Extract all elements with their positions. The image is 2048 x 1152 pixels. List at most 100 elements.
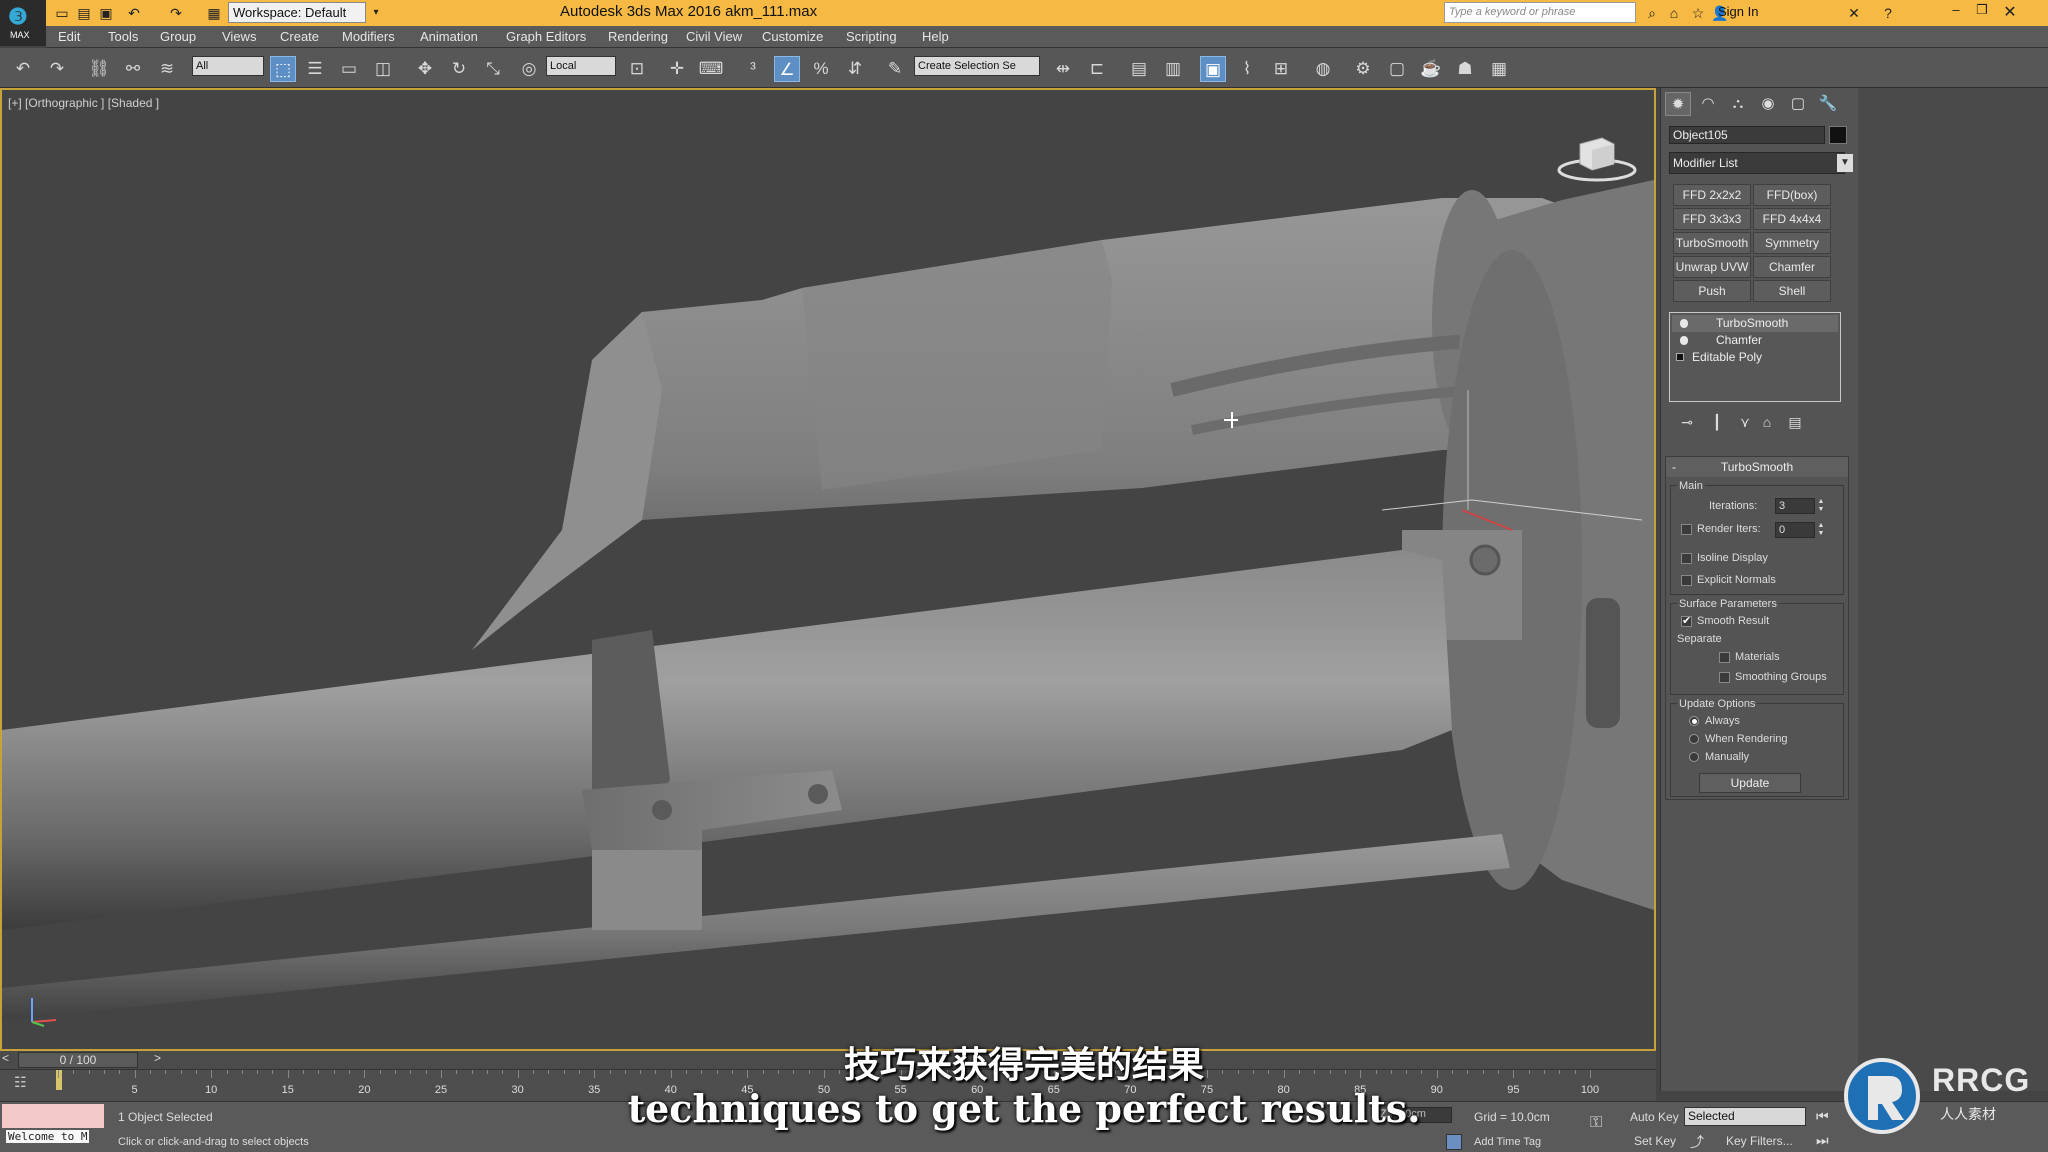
select-object-icon[interactable]: ⬚ [270, 56, 296, 82]
align-icon[interactable]: ⊏ [1084, 56, 1110, 82]
graphite-tools-icon[interactable]: ▣ [1200, 56, 1226, 82]
display-tab-icon[interactable]: ▢ [1785, 92, 1811, 116]
render-iterative-icon[interactable]: ☗ [1452, 56, 1478, 82]
isoline-display-checkbox[interactable] [1681, 553, 1692, 564]
modifier-button-push[interactable]: Push [1673, 280, 1751, 302]
sign-in-link[interactable]: Sign In [1718, 4, 1758, 19]
snaps-toggle-icon[interactable]: ³ [740, 56, 766, 82]
workspace-dropdown-arrow-icon[interactable]: ▾ [366, 3, 386, 23]
rectangular-selection-icon[interactable]: ▭ [336, 56, 362, 82]
workspace-dropdown[interactable]: Workspace: Default [228, 2, 366, 23]
menu-civil-view[interactable]: Civil View [686, 29, 742, 44]
viewport[interactable]: [+] [Orthographic ] [Shaded ] [0, 88, 1656, 1051]
render-production-icon[interactable]: ☕ [1418, 56, 1444, 82]
menu-group[interactable]: Group [160, 29, 196, 44]
menu-scripting[interactable]: Scripting [846, 29, 897, 44]
pivot-center-icon[interactable]: ⊡ [624, 56, 650, 82]
unlink-icon[interactable]: ⚯ [120, 56, 146, 82]
smooth-result-checkbox[interactable] [1681, 614, 1692, 627]
render-iters-checkbox[interactable] [1681, 524, 1692, 535]
select-and-link-icon[interactable]: ⛓ [86, 56, 112, 82]
create-selection-set-dropdown[interactable]: Create Selection Se [914, 56, 1040, 76]
close-window-button[interactable]: ✕ [1998, 2, 2022, 22]
render-a360-icon[interactable]: ▦ [1486, 56, 1512, 82]
always-radio[interactable] [1689, 716, 1699, 726]
move-icon[interactable]: ✥ [412, 56, 438, 82]
undo-icon[interactable]: ↶ [10, 56, 36, 82]
favorites-star-icon[interactable]: ☆ [1688, 3, 1708, 23]
menu-edit[interactable]: Edit [58, 29, 80, 44]
restore-window-button[interactable]: ❐ [1970, 2, 1994, 22]
layer-explorer-icon[interactable]: ▤ [1126, 56, 1152, 82]
subscription-icon[interactable]: ⌂ [1664, 3, 1684, 23]
minimize-window-button[interactable]: – [1944, 2, 1968, 22]
modifier-button-turbosmooth[interactable]: TurboSmooth [1673, 232, 1751, 254]
key-mode-toggle-icon[interactable]: ⏭ [1816, 1132, 1829, 1149]
project-folder-icon[interactable]: ▦ [204, 3, 224, 23]
default-tangent-icon[interactable]: ⤴ [1690, 1132, 1704, 1152]
modifier-list-dropdown[interactable]: Modifier List ▼ [1669, 152, 1853, 174]
render-setup-icon[interactable]: ⚙ [1350, 56, 1376, 82]
when-rendering-radio[interactable] [1689, 734, 1699, 744]
stack-item-turbosmooth[interactable]: TurboSmooth [1672, 315, 1838, 332]
remove-modifier-icon[interactable]: ⌂ [1757, 412, 1777, 432]
render-iters-spinner[interactable]: 0 [1775, 522, 1815, 538]
smoothing-groups-checkbox[interactable] [1719, 672, 1730, 683]
menu-graph-editors[interactable]: Graph Editors [506, 29, 586, 44]
modifier-button-chamfer[interactable]: Chamfer [1753, 256, 1831, 278]
lightbulb-icon[interactable] [1680, 336, 1688, 345]
menu-modifiers[interactable]: Modifiers [342, 29, 395, 44]
bind-space-warp-icon[interactable]: ≋ [154, 56, 180, 82]
set-key-button[interactable]: Set Key [1634, 1134, 1676, 1148]
rifle-model[interactable] [2, 90, 1654, 1049]
menu-rendering[interactable]: Rendering [608, 29, 668, 44]
material-editor-icon[interactable]: ◍ [1310, 56, 1336, 82]
app-logo[interactable]: ❸ MAX [0, 0, 46, 46]
menu-tools[interactable]: Tools [108, 29, 138, 44]
rollout-header[interactable]: - TurboSmooth [1666, 457, 1848, 477]
curve-editor-icon[interactable]: ⌇ [1234, 56, 1260, 82]
show-end-result-icon[interactable]: ┃ [1707, 412, 1727, 432]
angle-snap-icon[interactable]: ∠ [774, 56, 800, 82]
object-name-field[interactable]: Object105 [1669, 126, 1825, 144]
menu-customize[interactable]: Customize [762, 29, 823, 44]
modifier-button-shell[interactable]: Shell [1753, 280, 1831, 302]
add-time-tag[interactable]: Add Time Tag [1474, 1136, 1541, 1148]
stack-item-chamfer[interactable]: Chamfer [1672, 332, 1838, 349]
schematic-view-icon[interactable]: ⊞ [1268, 56, 1294, 82]
key-filters-button[interactable]: Key Filters... [1726, 1134, 1793, 1148]
binoculars-icon[interactable]: ⌕ [1642, 3, 1662, 23]
exchange-icon[interactable]: ✕ [1844, 3, 1864, 23]
new-file-icon[interactable]: ▭ [52, 3, 72, 23]
open-file-icon[interactable]: ▤ [74, 3, 94, 23]
spinner-arrows-icon[interactable]: ▲ ▼ [1817, 522, 1825, 538]
undo-quick-icon[interactable]: ↶ [124, 3, 144, 23]
make-unique-icon[interactable]: ⋎ [1735, 412, 1755, 432]
modifier-button-ffd-3x3x3[interactable]: FFD 3x3x3 [1673, 208, 1751, 230]
pin-stack-icon[interactable]: ⊸ [1677, 412, 1697, 432]
object-color-swatch[interactable] [1829, 126, 1847, 144]
selection-filter-dropdown[interactable]: All [192, 56, 264, 76]
menu-views[interactable]: Views [222, 29, 256, 44]
save-file-icon[interactable]: ▣ [96, 3, 116, 23]
place-icon[interactable]: ◎ [516, 56, 542, 82]
menu-animation[interactable]: Animation [420, 29, 478, 44]
toggle-ribbon-icon[interactable]: ▥ [1160, 56, 1186, 82]
configure-modifier-sets-icon[interactable]: ▤ [1785, 412, 1805, 432]
menu-create[interactable]: Create [280, 29, 319, 44]
modifier-button-unwrap-uvw[interactable]: Unwrap UVW [1673, 256, 1751, 278]
search-input[interactable]: Type a keyword or phrase [1444, 2, 1636, 23]
redo-icon[interactable]: ↷ [44, 56, 70, 82]
rendered-frame-window-icon[interactable]: ▢ [1384, 56, 1410, 82]
materials-checkbox[interactable] [1719, 652, 1730, 663]
redo-quick-icon[interactable]: ↷ [166, 3, 186, 23]
chevron-down-icon[interactable]: ▼ [1837, 154, 1853, 172]
edit-named-selection-icon[interactable]: ✎ [882, 56, 908, 82]
modifier-button-ffd-box[interactable]: FFD(box) [1753, 184, 1831, 206]
hierarchy-tab-icon[interactable]: ⛬ [1725, 92, 1751, 116]
create-tab-icon[interactable]: ✹ [1665, 92, 1691, 116]
menu-help[interactable]: Help [922, 29, 949, 44]
select-by-name-icon[interactable]: ☰ [302, 56, 328, 82]
lightbulb-icon[interactable] [1680, 319, 1688, 328]
help-icon[interactable]: ? [1878, 3, 1898, 23]
